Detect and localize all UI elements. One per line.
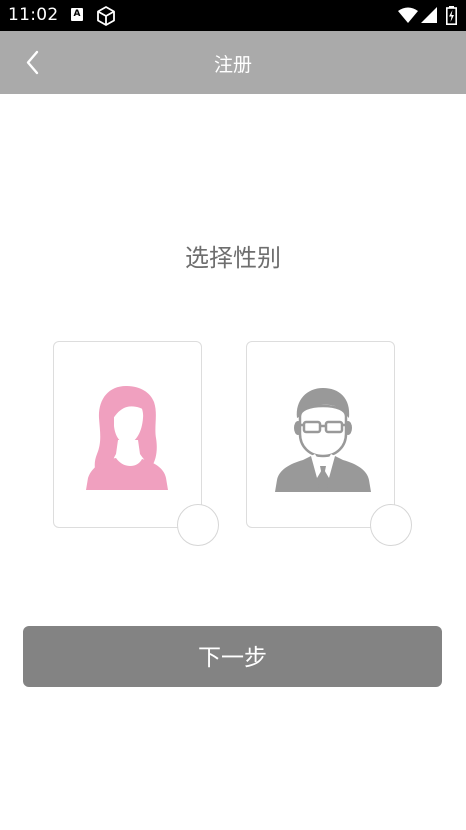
next-step-button[interactable]: 下一步 bbox=[23, 626, 442, 687]
signal-icon bbox=[421, 7, 437, 23]
female-avatar-icon bbox=[86, 386, 168, 490]
male-avatar-icon bbox=[275, 388, 371, 492]
male-option-card[interactable] bbox=[246, 341, 395, 528]
gender-heading: 选择性别 bbox=[185, 244, 281, 272]
female-radio[interactable] bbox=[177, 504, 219, 546]
page-title: 注册 bbox=[213, 54, 252, 76]
status-bar: 11:02 A bbox=[0, 0, 466, 31]
status-time: 11:02 bbox=[8, 5, 59, 25]
male-radio[interactable] bbox=[370, 504, 412, 546]
cube-icon bbox=[97, 6, 115, 26]
wifi-icon bbox=[398, 7, 418, 23]
battery-icon bbox=[446, 6, 457, 25]
a-badge-icon: A bbox=[71, 8, 83, 21]
female-option-card[interactable] bbox=[53, 341, 202, 528]
toolbar: 注册 bbox=[0, 31, 466, 94]
